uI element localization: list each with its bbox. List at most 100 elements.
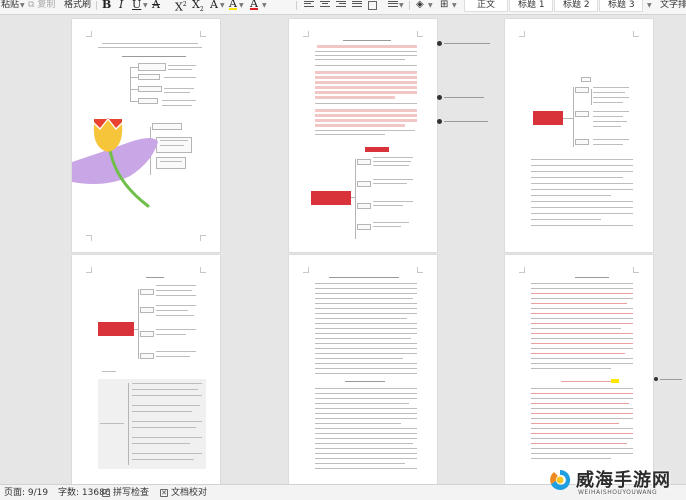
text-line <box>315 313 417 315</box>
comment-marker-icon[interactable] <box>437 95 442 100</box>
spell-check-button[interactable]: 拼写检查 <box>113 488 149 498</box>
style-normal[interactable]: 正文 <box>464 0 508 12</box>
text-line <box>162 105 192 107</box>
text-line <box>531 413 633 415</box>
shading-dropdown-icon[interactable]: ▼ <box>428 2 433 9</box>
text-line <box>315 298 413 300</box>
text-line <box>315 408 417 410</box>
style-heading-1[interactable]: 标题 1 <box>509 0 553 12</box>
align-center-icon[interactable] <box>320 1 330 9</box>
shading-icon[interactable]: ◈ <box>416 0 424 12</box>
text-line <box>531 183 633 185</box>
text-line <box>531 159 633 161</box>
comment-text[interactable] <box>444 43 490 45</box>
page-thumbnail[interactable] <box>505 255 653 484</box>
page-thumbnail[interactable] <box>72 255 220 484</box>
border-dropdown-icon[interactable]: ▼ <box>452 2 457 9</box>
watermark-subtext: WEIHAISHOUYOUWANG <box>578 489 658 496</box>
text-line <box>373 165 409 167</box>
justify-icon[interactable] <box>352 1 362 9</box>
text-line <box>373 222 409 224</box>
proofread-icon[interactable]: ✕ <box>160 489 168 497</box>
superscript-button[interactable]: X2 <box>175 0 187 13</box>
highlighted-text <box>315 114 417 117</box>
document-workspace[interactable] <box>0 15 686 484</box>
page-thumbnail[interactable] <box>289 19 437 252</box>
margin-mark <box>417 267 423 273</box>
text-line <box>132 427 196 429</box>
highlight-button[interactable]: A <box>229 0 237 10</box>
comment-text[interactable] <box>444 97 484 99</box>
format-painter-button[interactable]: 格式刷 <box>64 0 91 12</box>
margin-mark <box>86 31 92 37</box>
align-right-icon[interactable] <box>336 1 346 9</box>
text-line <box>98 47 202 49</box>
toolbar-divider <box>296 1 297 10</box>
comment-marker-icon[interactable] <box>437 119 442 124</box>
text-line <box>531 393 633 395</box>
subscript-button[interactable]: X2 <box>192 0 204 13</box>
text-line <box>315 393 417 395</box>
text-line <box>315 448 417 450</box>
line-spacing-dropdown-icon[interactable]: ▼ <box>399 2 404 9</box>
text-line <box>531 423 619 425</box>
text-line <box>531 453 633 455</box>
comment-marker-icon[interactable] <box>437 41 442 46</box>
text-line <box>315 423 401 425</box>
text-line <box>156 329 196 331</box>
text-line <box>531 313 633 315</box>
text-effects-dropdown-icon[interactable]: ▼ <box>220 2 225 9</box>
text-line <box>343 40 391 42</box>
font-color-button[interactable]: A <box>250 0 258 10</box>
text-line <box>132 459 194 461</box>
mindmap-node <box>357 203 371 209</box>
styles-more-icon[interactable]: ▼ <box>647 2 652 9</box>
proofread-button[interactable]: 文档校对 <box>171 488 207 498</box>
text-line <box>160 140 188 142</box>
distributed-align-icon[interactable] <box>368 1 377 10</box>
text-line <box>531 418 633 420</box>
text-layout-button[interactable]: 文字排 <box>660 0 686 12</box>
page-thumbnail[interactable] <box>505 19 653 252</box>
spell-check-icon[interactable]: ✓ <box>102 489 110 497</box>
style-heading-3[interactable]: 标题 3 <box>599 0 643 12</box>
underline-button[interactable]: U <box>132 0 141 11</box>
align-left-icon[interactable] <box>304 1 314 9</box>
strikethrough-button[interactable]: A <box>152 0 160 11</box>
comment-marker-icon[interactable] <box>654 377 658 381</box>
text-line <box>531 443 627 445</box>
style-heading-2[interactable]: 标题 2 <box>554 0 598 12</box>
page-thumbnail[interactable] <box>72 19 220 252</box>
comment-text[interactable] <box>660 379 682 381</box>
text-line <box>531 293 633 295</box>
page-indicator[interactable]: 页面: 9/19 <box>4 488 48 498</box>
bold-button[interactable]: B <box>102 0 111 11</box>
margin-mark <box>633 267 639 273</box>
copy-button[interactable]: ⧉ 复制 <box>28 0 55 12</box>
comment-text[interactable] <box>444 121 488 123</box>
highlight-dropdown-icon[interactable]: ▼ <box>239 2 244 9</box>
margin-mark <box>303 31 309 37</box>
text-line <box>164 88 194 90</box>
text-line <box>531 283 633 285</box>
text-line <box>100 423 124 425</box>
text-line <box>593 111 629 113</box>
text-line <box>531 318 633 320</box>
text-line <box>593 87 629 89</box>
paste-button[interactable]: 粘贴 <box>1 0 19 12</box>
underline-dropdown-icon[interactable]: ▼ <box>143 2 148 9</box>
mindmap-node <box>138 86 162 92</box>
font-color-dropdown-icon[interactable]: ▼ <box>262 2 267 9</box>
italic-button[interactable]: I <box>119 0 123 11</box>
border-icon[interactable]: ⊞ <box>440 0 448 12</box>
text-line <box>156 290 192 292</box>
text-effects-button[interactable]: A <box>210 0 218 11</box>
text-line <box>531 368 611 370</box>
page-thumbnail[interactable] <box>289 255 437 484</box>
mindmap-node <box>357 224 371 230</box>
mindmap-connector <box>573 87 574 147</box>
text-line <box>315 293 417 295</box>
text-line <box>373 201 413 203</box>
line-spacing-icon[interactable] <box>388 1 398 9</box>
paste-dropdown-icon[interactable]: ▼ <box>20 2 25 9</box>
